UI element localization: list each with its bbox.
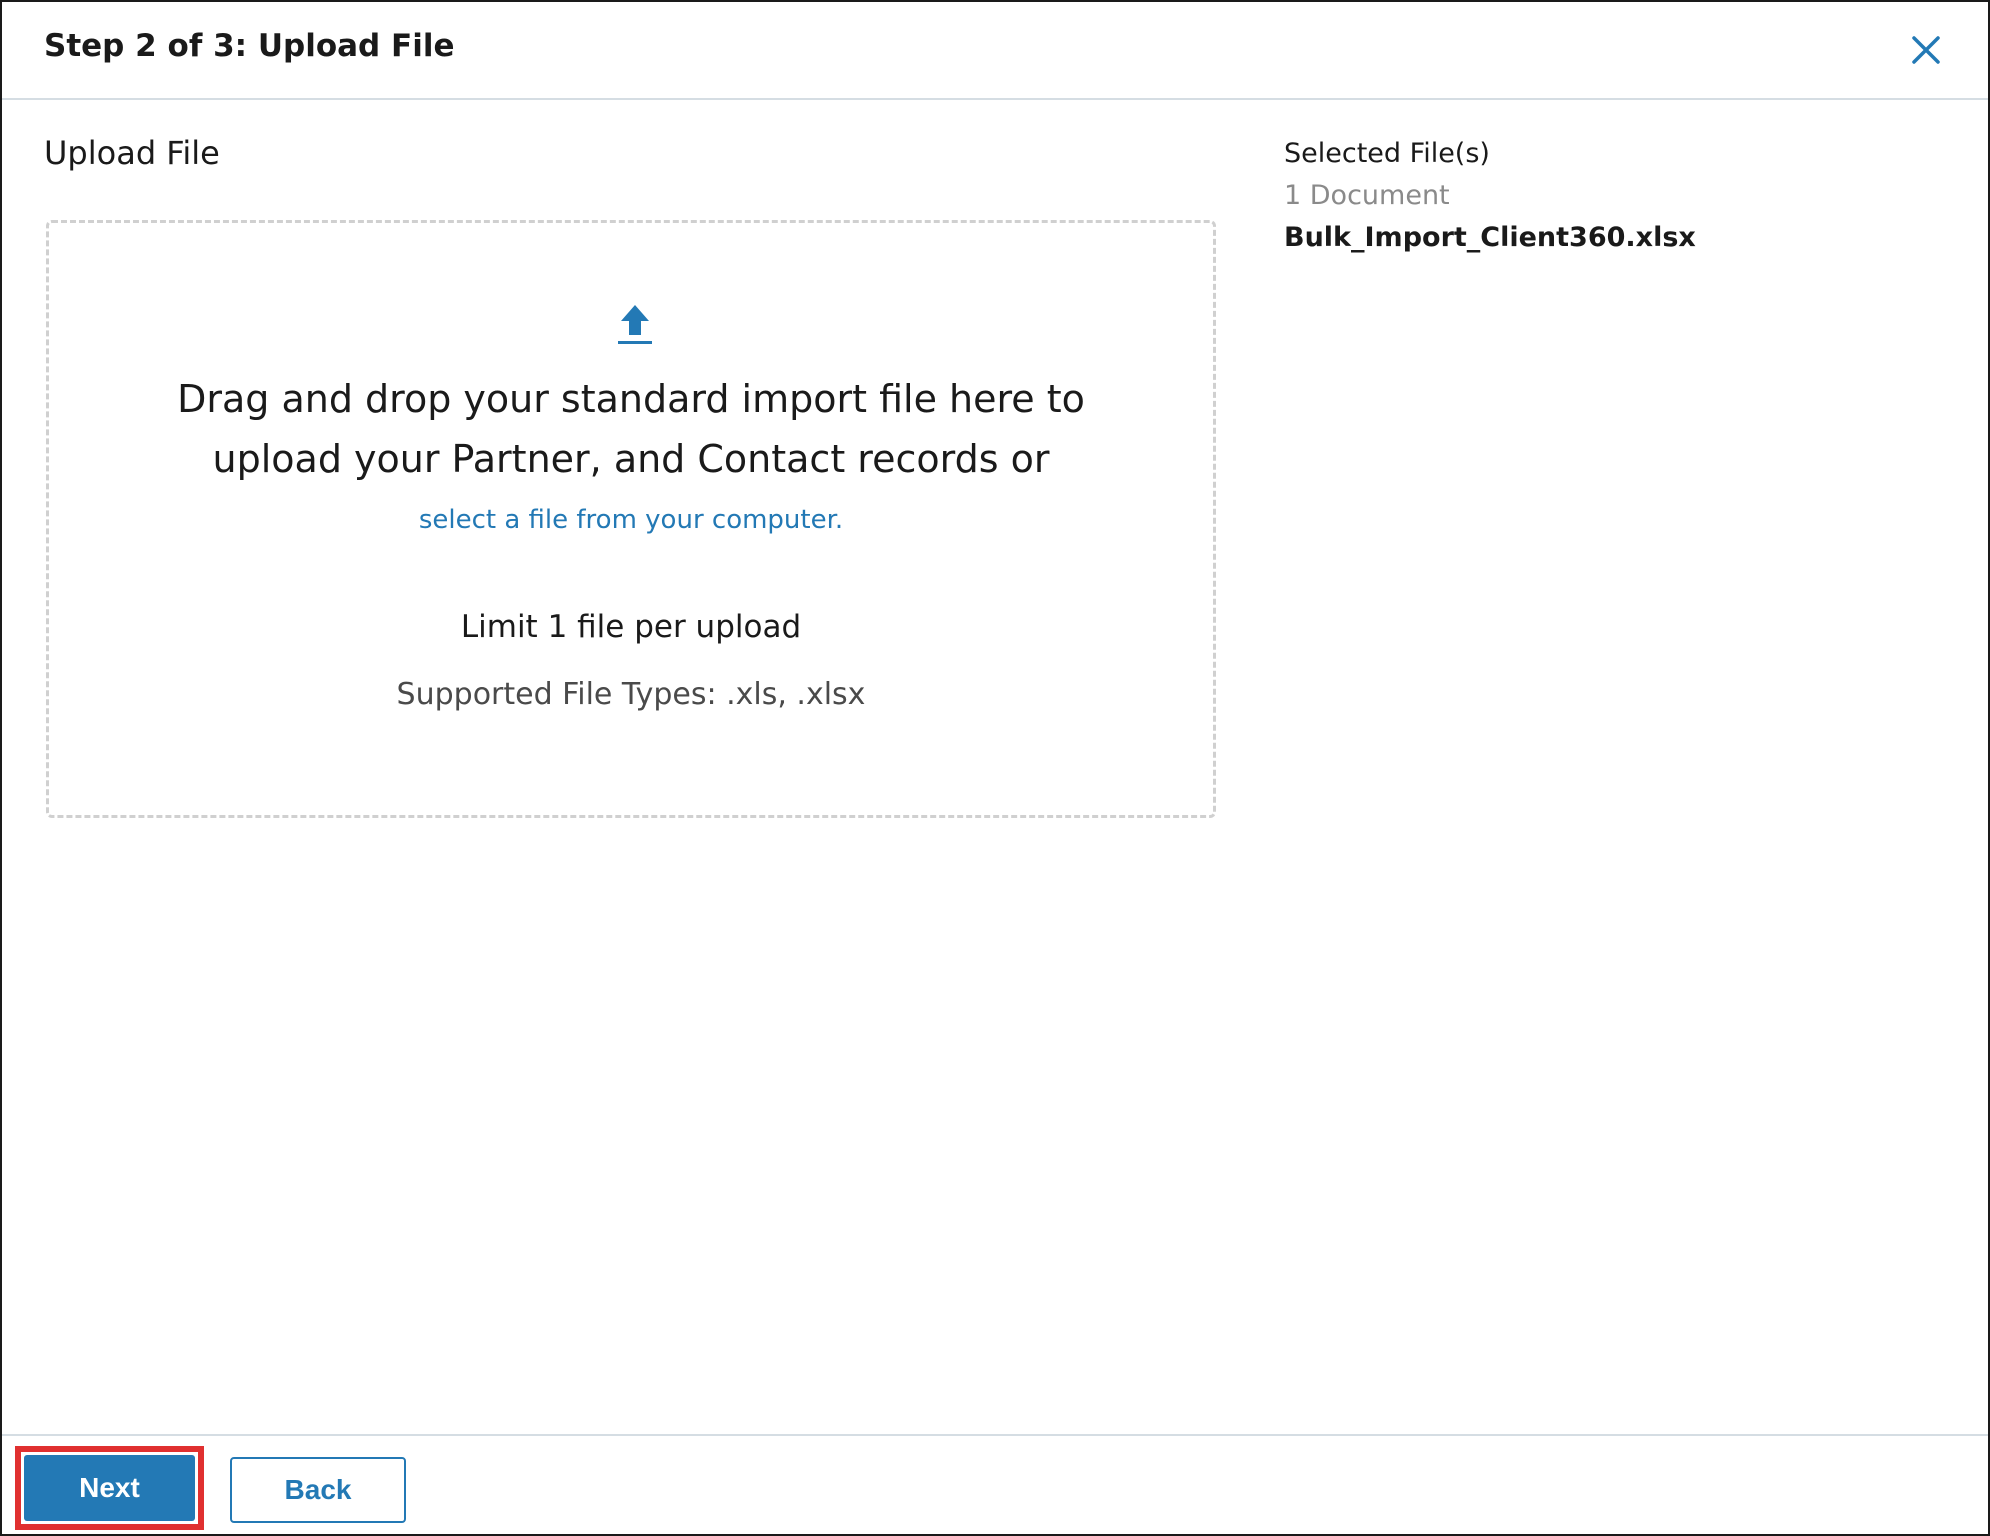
modal-title: Step 2 of 3: Upload File <box>44 28 455 64</box>
supported-types-text: Supported File Types: .xls, .xlsx <box>396 677 866 712</box>
select-file-link[interactable]: select a file from your computer. <box>49 505 1213 535</box>
selected-files-label: Selected File(s) <box>1284 138 1490 169</box>
modal-header: Step 2 of 3: Upload File <box>2 2 1988 100</box>
close-icon[interactable] <box>1902 26 1950 74</box>
upload-limit-text: Limit 1 file per upload <box>460 609 802 645</box>
dropzone-instructions-line1: Drag and drop your standard import file … <box>177 377 1085 421</box>
upload-arrow-icon <box>615 303 655 347</box>
back-button[interactable]: Back <box>230 1457 406 1523</box>
upload-section-title: Upload File <box>44 134 220 172</box>
selected-files-count: 1 Document <box>1284 180 1450 211</box>
modal-footer: Next Back <box>2 1434 1988 1536</box>
upload-file-modal: Step 2 of 3: Upload File Upload File Dra… <box>0 0 1990 1536</box>
dropzone-instructions-line2: upload your Partner, and Contact records… <box>212 437 1050 481</box>
file-dropzone[interactable]: Drag and drop your standard import file … <box>46 220 1216 818</box>
selected-file-name: Bulk_Import_Client360.xlsx <box>1284 222 1696 253</box>
next-button[interactable]: Next <box>24 1455 195 1521</box>
dropzone-instructions: Drag and drop your standard import file … <box>49 369 1213 489</box>
